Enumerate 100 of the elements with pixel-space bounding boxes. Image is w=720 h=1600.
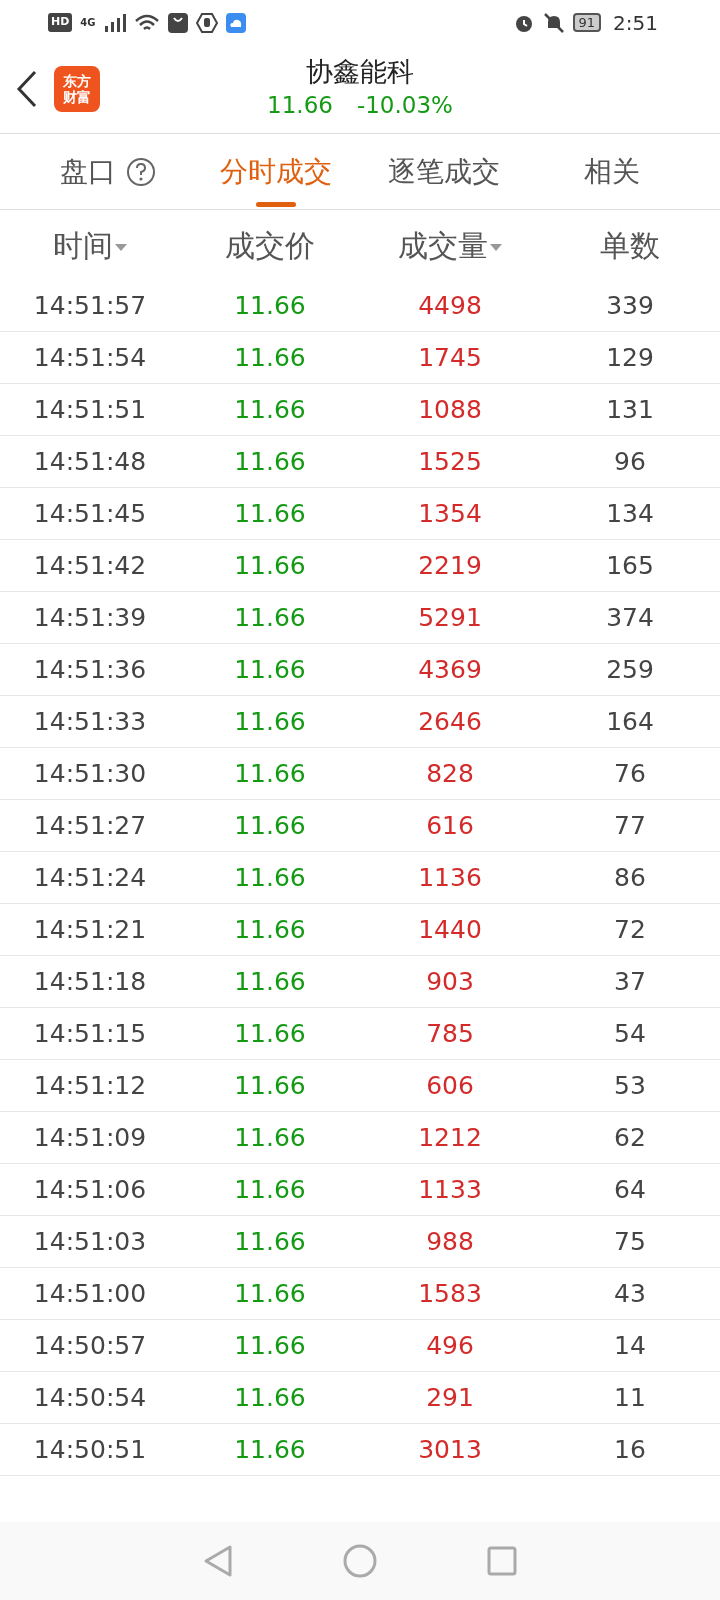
trade-time: 14:50:51	[33, 1433, 147, 1466]
stock-price: 11.66	[267, 90, 333, 120]
column-header[interactable]: 成交量	[398, 222, 502, 268]
trade-volume: 3013	[418, 1433, 482, 1466]
trade-volume: 606	[426, 1069, 474, 1102]
trade-price: 11.66	[234, 497, 306, 530]
trade-volume: 4498	[418, 289, 482, 322]
trade-count: 14	[614, 1329, 646, 1362]
trade-volume: 1745	[418, 341, 482, 374]
trade-count: 134	[606, 497, 654, 530]
trade-time: 14:51:00	[33, 1277, 147, 1310]
cloud-icon	[225, 12, 246, 33]
app-logo: 东方财富	[54, 66, 100, 112]
trade-volume: 785	[426, 1017, 474, 1050]
trade-time: 14:51:09	[33, 1121, 147, 1154]
trade-volume: 1136	[418, 861, 482, 894]
battery-indicator: 91	[572, 12, 602, 33]
trade-price: 11.66	[234, 341, 306, 374]
trade-time: 14:51:45	[33, 497, 147, 530]
network-type: 4G	[80, 17, 96, 28]
home-nav-icon[interactable]	[343, 1544, 377, 1578]
trade-count: 16	[614, 1433, 646, 1466]
trade-price: 11.66	[234, 1121, 306, 1154]
column-header[interactable]: 时间	[53, 222, 127, 268]
trade-time: 14:51:57	[33, 289, 147, 322]
trade-time: 14:51:48	[33, 445, 147, 478]
trade-count: 86	[614, 861, 646, 894]
trade-time: 14:50:57	[33, 1329, 147, 1362]
trade-price: 11.66	[234, 809, 306, 842]
sort-caret-icon[interactable]	[490, 244, 502, 252]
hd-badge: HD	[48, 13, 73, 32]
back-nav-icon[interactable]	[203, 1544, 233, 1578]
trade-price: 11.66	[234, 1225, 306, 1258]
trade-time: 14:50:54	[33, 1381, 147, 1414]
trade-price: 11.66	[234, 861, 306, 894]
trade-count: 77	[614, 809, 646, 842]
trade-count: 129	[606, 341, 654, 374]
tab[interactable]: 分时成交	[192, 134, 360, 209]
trade-count: 165	[606, 549, 654, 582]
trade-price: 11.66	[234, 1173, 306, 1206]
trade-time: 14:51:24	[33, 861, 147, 894]
column-header: 单数	[600, 226, 660, 265]
tab[interactable]: 盘口	[24, 134, 192, 209]
trade-count: 37	[614, 965, 646, 998]
recents-nav-icon[interactable]	[487, 1546, 517, 1576]
sort-caret-icon[interactable]	[115, 244, 127, 252]
trade-time: 14:51:03	[33, 1225, 147, 1258]
trade-volume: 828	[426, 757, 474, 790]
trade-count: 131	[606, 393, 654, 426]
trade-volume: 1525	[418, 445, 482, 478]
trade-price: 11.66	[234, 445, 306, 478]
trade-price: 11.66	[234, 757, 306, 790]
column-header: 成交价	[225, 226, 315, 265]
trade-count: 54	[614, 1017, 646, 1050]
trade-time: 14:51:42	[33, 549, 147, 582]
price-change: -10.03%	[356, 90, 453, 120]
trade-time: 14:51:18	[33, 965, 147, 998]
trade-time: 14:51:54	[33, 341, 147, 374]
trade-volume: 1088	[418, 393, 482, 426]
trade-count: 72	[614, 913, 646, 946]
trade-time: 14:51:27	[33, 809, 147, 842]
trade-count: 339	[606, 289, 654, 322]
trade-volume: 2219	[418, 549, 482, 582]
trade-volume: 2646	[418, 705, 482, 738]
trade-price: 11.66	[234, 1433, 306, 1466]
trade-price: 11.66	[234, 1329, 306, 1362]
tab[interactable]: 相关	[528, 134, 696, 209]
trade-volume: 988	[426, 1225, 474, 1258]
back-icon[interactable]	[16, 70, 38, 108]
trade-volume: 496	[426, 1329, 474, 1362]
trade-volume: 903	[426, 965, 474, 998]
tab[interactable]: 逐笔成交	[360, 134, 528, 209]
trade-count: 76	[614, 757, 646, 790]
trade-count: 259	[606, 653, 654, 686]
trade-time: 14:51:36	[33, 653, 147, 686]
trade-price: 11.66	[234, 1069, 306, 1102]
trade-price: 11.66	[234, 1017, 306, 1050]
trade-time: 14:51:33	[33, 705, 147, 738]
trade-price: 11.66	[234, 653, 306, 686]
trade-volume: 5291	[418, 601, 482, 634]
trade-price: 11.66	[234, 913, 306, 946]
trade-price: 11.66	[234, 1381, 306, 1414]
trade-volume: 1440	[418, 913, 482, 946]
trade-volume: 1133	[418, 1173, 482, 1206]
trade-price: 11.66	[234, 705, 306, 738]
trade-count: 96	[614, 445, 646, 478]
trade-volume: 616	[426, 809, 474, 842]
trade-price: 11.66	[234, 289, 306, 322]
stock-name: 协鑫能科	[305, 55, 415, 88]
trade-price: 11.66	[234, 965, 306, 998]
trade-count: 75	[614, 1225, 646, 1258]
trade-time: 14:51:21	[33, 913, 147, 946]
trade-time: 14:51:39	[33, 601, 147, 634]
trade-count: 164	[606, 705, 654, 738]
trade-price: 11.66	[234, 549, 306, 582]
trade-time: 14:51:51	[33, 393, 147, 426]
trade-price: 11.66	[234, 393, 306, 426]
trade-count: 53	[614, 1069, 646, 1102]
trade-time: 14:51:30	[33, 757, 147, 790]
help-icon[interactable]	[126, 156, 156, 187]
